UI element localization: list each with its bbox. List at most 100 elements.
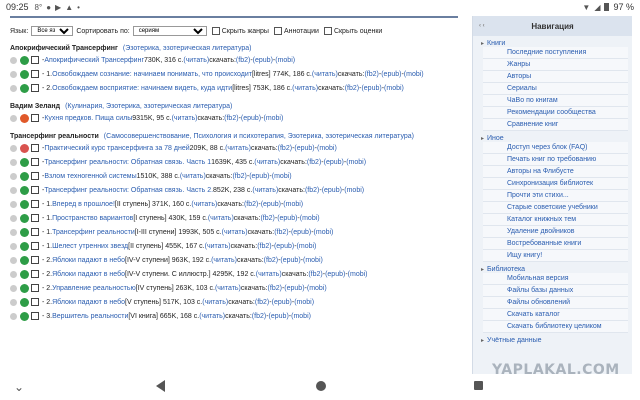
rating-dot-icon[interactable] bbox=[10, 298, 17, 306]
fb2-link[interactable]: (fb2) bbox=[255, 299, 269, 306]
hide-ratings-checkbox[interactable] bbox=[323, 27, 332, 35]
read-link[interactable]: (читать) bbox=[180, 173, 206, 180]
rating-dot-icon[interactable] bbox=[10, 270, 17, 278]
epub-link[interactable]: (epub) bbox=[277, 215, 297, 222]
book-title-link[interactable]: Освобождаем сознание: начинаем понимать,… bbox=[52, 71, 252, 78]
mobi-link[interactable]: (mobi) bbox=[263, 115, 283, 122]
book-title-link[interactable]: Шелест утренних звезд bbox=[52, 243, 128, 250]
collapse-arrows-icon[interactable]: ‹ ‹ bbox=[479, 23, 485, 29]
rating-dot-icon[interactable] bbox=[10, 158, 17, 166]
read-link[interactable]: (читать) bbox=[183, 57, 209, 64]
mobi-link[interactable]: (mobi) bbox=[317, 145, 337, 152]
epub-link[interactable]: (epub) bbox=[274, 243, 294, 250]
mobi-link[interactable]: (mobi) bbox=[314, 229, 334, 236]
book-checkbox[interactable] bbox=[31, 270, 39, 278]
book-title-link[interactable]: Яблоки падают в небо bbox=[52, 299, 125, 306]
author-name[interactable]: Апокрифический Трансерфинг bbox=[10, 45, 118, 52]
sidebar-section[interactable]: ▸ Библиотека bbox=[473, 266, 632, 273]
read-link[interactable]: (читать) bbox=[225, 145, 251, 152]
mobi-link[interactable]: (mobi) bbox=[346, 159, 366, 166]
book-title-link[interactable]: Яблоки падают в небо bbox=[52, 257, 125, 264]
author-genres[interactable]: (Эзотерика, эзотерическая литература) bbox=[123, 45, 252, 52]
sidebar-item[interactable]: Удаление двойников bbox=[483, 226, 628, 238]
epub-link[interactable]: (epub) bbox=[284, 285, 304, 292]
book-title-link[interactable]: Освобождаем восприятие: начинаем видеть,… bbox=[52, 85, 232, 92]
book-checkbox[interactable] bbox=[31, 312, 39, 320]
book-checkbox[interactable] bbox=[31, 284, 39, 292]
mobi-link[interactable]: (mobi) bbox=[404, 71, 424, 78]
book-title-link[interactable]: Взлом техногенной системы bbox=[44, 173, 136, 180]
sidebar-item[interactable]: ЧаВо по книгам bbox=[483, 95, 628, 107]
book-checkbox[interactable] bbox=[31, 186, 39, 194]
book-title-link[interactable]: Управление реальностью bbox=[52, 285, 136, 292]
sidebar-item[interactable]: Рекомендации сообщества bbox=[483, 107, 628, 119]
fb2-link[interactable]: (fb2) bbox=[345, 85, 359, 92]
fb2-link[interactable]: (fb2) bbox=[308, 271, 322, 278]
sidebar-item[interactable]: Каталог книжных тем bbox=[483, 214, 628, 226]
fb2-link[interactable]: (fb2) bbox=[268, 285, 282, 292]
book-title-link[interactable]: Яблоки падают в небо bbox=[52, 271, 125, 278]
fb2-link[interactable]: (fb2) bbox=[364, 71, 378, 78]
sidebar-item[interactable]: Скачать каталог bbox=[483, 309, 628, 321]
sort-select[interactable]: сериям bbox=[132, 26, 207, 36]
hide-ratings-option[interactable]: Скрыть оценки bbox=[323, 27, 382, 35]
mobi-link[interactable]: (mobi) bbox=[300, 215, 320, 222]
read-link[interactable]: (читать) bbox=[172, 115, 198, 122]
read-link[interactable]: (читать) bbox=[208, 215, 234, 222]
sidebar-item[interactable]: Скачать библиотеку целиком bbox=[483, 321, 628, 333]
read-link[interactable]: (читать) bbox=[199, 313, 225, 320]
mobi-link[interactable]: (mobi) bbox=[294, 299, 314, 306]
book-checkbox[interactable] bbox=[31, 144, 39, 152]
read-link[interactable]: (читать) bbox=[312, 71, 338, 78]
epub-link[interactable]: (epub) bbox=[294, 145, 314, 152]
book-title-link[interactable]: Вершитель реальности bbox=[52, 313, 128, 320]
sidebar-item[interactable]: Сравнение книг bbox=[483, 119, 628, 131]
read-link[interactable]: (читать) bbox=[222, 229, 248, 236]
epub-link[interactable]: (epub) bbox=[325, 271, 345, 278]
chevron-down-icon[interactable]: ⌄ bbox=[14, 380, 24, 394]
book-title-link[interactable]: Практический курс трансерфинга за 78 дне… bbox=[44, 145, 189, 152]
recent-apps-icon[interactable] bbox=[474, 381, 483, 390]
sidebar-section[interactable]: ▸ Учётные данные bbox=[473, 337, 632, 344]
fb2-link[interactable]: (fb2) bbox=[305, 187, 319, 194]
mobi-link[interactable]: (mobi) bbox=[307, 285, 327, 292]
read-link[interactable]: (читать) bbox=[205, 243, 231, 250]
sidebar-item[interactable]: Сериалы bbox=[483, 83, 628, 95]
book-checkbox[interactable] bbox=[31, 158, 39, 166]
sidebar-item[interactable]: Печать книг по требованию bbox=[483, 154, 628, 166]
mobi-link[interactable]: (mobi) bbox=[297, 243, 317, 250]
sidebar-item[interactable]: Доступ через блок (FAQ) bbox=[483, 142, 628, 154]
fb2-link[interactable]: (fb2) bbox=[274, 229, 288, 236]
sidebar-item[interactable]: Авторы на Флибусте bbox=[483, 166, 628, 178]
book-checkbox[interactable] bbox=[31, 200, 39, 208]
fb2-link[interactable]: (fb2) bbox=[260, 215, 274, 222]
book-checkbox[interactable] bbox=[31, 228, 39, 236]
hide-genres-checkbox[interactable] bbox=[211, 27, 220, 35]
author-name[interactable]: Трансерфинг реальности bbox=[10, 133, 99, 140]
rating-dot-icon[interactable] bbox=[10, 256, 17, 264]
author-genres[interactable]: (Самосовершенствование, Психология и пси… bbox=[104, 133, 414, 140]
fb2-link[interactable]: (fb2) bbox=[236, 57, 250, 64]
mobi-link[interactable]: (mobi) bbox=[384, 85, 404, 92]
rating-dot-icon[interactable] bbox=[10, 144, 17, 152]
epub-link[interactable]: (epub) bbox=[272, 299, 292, 306]
mobi-link[interactable]: (mobi) bbox=[291, 313, 311, 320]
epub-link[interactable]: (epub) bbox=[322, 187, 342, 194]
read-link[interactable]: (читать) bbox=[292, 85, 318, 92]
mobi-link[interactable]: (mobi) bbox=[275, 57, 295, 64]
rating-dot-icon[interactable] bbox=[10, 284, 17, 292]
fb2-link[interactable]: (fb2) bbox=[307, 159, 321, 166]
fb2-link[interactable]: (fb2) bbox=[252, 313, 266, 320]
epub-link[interactable]: (epub) bbox=[361, 85, 381, 92]
read-link[interactable]: (читать) bbox=[254, 159, 280, 166]
author-name[interactable]: Вадим Зеланд bbox=[10, 103, 60, 110]
read-link[interactable]: (читать) bbox=[256, 271, 282, 278]
author-genres[interactable]: (Кулинария, Эзотерика, эзотерическая лит… bbox=[65, 103, 232, 110]
rating-dot-icon[interactable] bbox=[10, 242, 17, 250]
sidebar-item[interactable]: Старые советские учебники bbox=[483, 202, 628, 214]
book-title-link[interactable]: Трансерфинг реальности bbox=[52, 229, 135, 236]
mobi-link[interactable]: (mobi) bbox=[344, 187, 364, 194]
back-icon[interactable] bbox=[156, 380, 165, 392]
rating-dot-icon[interactable] bbox=[10, 56, 17, 64]
epub-link[interactable]: (epub) bbox=[280, 257, 300, 264]
